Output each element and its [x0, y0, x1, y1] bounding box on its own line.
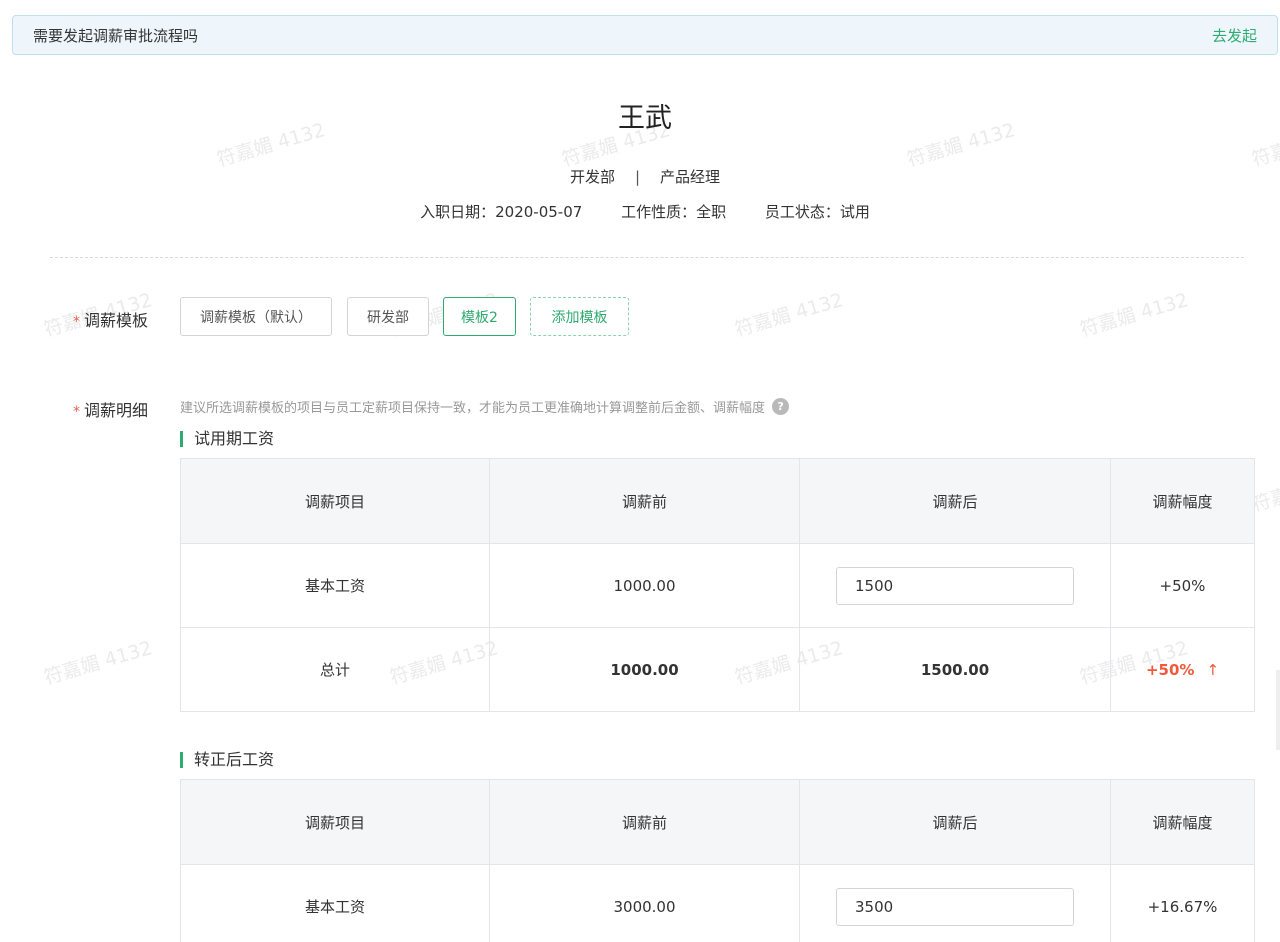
- after-salary-input[interactable]: [836, 566, 1074, 605]
- arrow-up-icon: ↑: [1206, 660, 1220, 679]
- table-header-row: 调薪项目 调薪前 调薪后 调薪幅度: [180, 779, 1255, 865]
- item-cell: 基本工资: [180, 543, 490, 628]
- total-label-cell: 总计: [180, 627, 490, 712]
- scrollbar[interactable]: [1276, 670, 1280, 750]
- column-header-after: 调薪后: [799, 779, 1111, 865]
- employee-status: 员工状态：试用: [764, 203, 870, 221]
- table-header-row: 调薪项目 调薪前 调薪后 调薪幅度: [180, 458, 1255, 544]
- detail-field-label: * 调薪明细: [73, 397, 148, 421]
- position-text: 产品经理: [660, 168, 721, 186]
- department-text: 开发部: [569, 168, 615, 186]
- after-salary-input[interactable]: [836, 887, 1074, 926]
- approval-banner: 需要发起调薪审批流程吗 去发起: [12, 15, 1278, 55]
- employee-meta: 入职日期：2020-05-07 工作性质：全职 员工状态：试用: [0, 201, 1280, 222]
- total-before-cell: 1000.00: [489, 627, 800, 712]
- column-header-item: 调薪项目: [180, 458, 490, 544]
- template-option-default[interactable]: 调薪模板（默认）: [180, 297, 332, 336]
- add-template-button[interactable]: 添加模板: [530, 297, 629, 336]
- probation-section-title: 试用期工资: [180, 431, 274, 447]
- before-cell: 1000.00: [489, 543, 800, 628]
- required-mark: *: [73, 404, 80, 420]
- column-header-before: 调薪前: [489, 779, 800, 865]
- template-option-rd[interactable]: 研发部: [347, 297, 429, 336]
- template-option-2-selected[interactable]: 模板2: [443, 297, 516, 336]
- column-header-after: 调薪后: [799, 458, 1111, 544]
- detail-hint: 建议所选调薪模板的项目与员工定薪项目保持一致，才能为员工更准确地计算调整前后金额…: [180, 397, 790, 416]
- column-header-change: 调薪幅度: [1110, 458, 1255, 544]
- column-header-change: 调薪幅度: [1110, 779, 1255, 865]
- watermark: 符嘉媚 4132: [1077, 289, 1191, 341]
- before-cell: 3000.00: [489, 864, 800, 942]
- org-separator: |: [634, 168, 641, 186]
- help-icon[interactable]: ?: [772, 398, 790, 415]
- divider: [50, 257, 1244, 258]
- template-label-text: 调薪模板: [84, 311, 149, 330]
- regular-section-title: 转正后工资: [180, 752, 274, 768]
- after-cell: [799, 543, 1111, 628]
- total-after-cell: 1500.00: [799, 627, 1111, 712]
- table-row: 基本工资 1000.00 +50%: [180, 543, 1255, 628]
- regular-salary-table: 调薪项目 调薪前 调薪后 调薪幅度 基本工资 3000.00 +16.67%: [180, 779, 1255, 942]
- watermark: 符嘉媚 4132: [732, 289, 846, 341]
- hint-text: 建议所选调薪模板的项目与员工定薪项目保持一致，才能为员工更准确地计算调整前后金额…: [180, 401, 766, 416]
- total-change-cell: +50% ↑: [1110, 627, 1255, 712]
- required-mark: *: [73, 314, 80, 330]
- detail-label-text: 调薪明细: [84, 401, 149, 420]
- total-row: 总计 1000.00 1500.00 +50% ↑: [180, 627, 1255, 712]
- table-row: 基本工资 3000.00 +16.67%: [180, 864, 1255, 942]
- employee-org: 开发部 | 产品经理: [0, 166, 1280, 187]
- banner-message: 需要发起调薪审批流程吗: [33, 26, 199, 45]
- column-header-before: 调薪前: [489, 458, 800, 544]
- total-change-value: +50%: [1145, 660, 1195, 679]
- work-type: 工作性质：全职: [621, 203, 727, 221]
- template-field-label: * 调薪模板: [73, 307, 148, 331]
- hire-date: 入职日期：2020-05-07: [420, 203, 583, 221]
- start-approval-link[interactable]: 去发起: [1212, 25, 1257, 46]
- probation-salary-table: 调薪项目 调薪前 调薪后 调薪幅度 基本工资 1000.00 +50% 总计 1…: [180, 458, 1255, 712]
- watermark: 符嘉媚 4132: [41, 637, 155, 689]
- column-header-item: 调薪项目: [180, 779, 490, 865]
- after-cell: [799, 864, 1111, 942]
- change-cell: +50%: [1110, 543, 1255, 628]
- item-cell: 基本工资: [180, 864, 490, 942]
- employee-name: 王武: [618, 103, 672, 134]
- change-cell: +16.67%: [1110, 864, 1255, 942]
